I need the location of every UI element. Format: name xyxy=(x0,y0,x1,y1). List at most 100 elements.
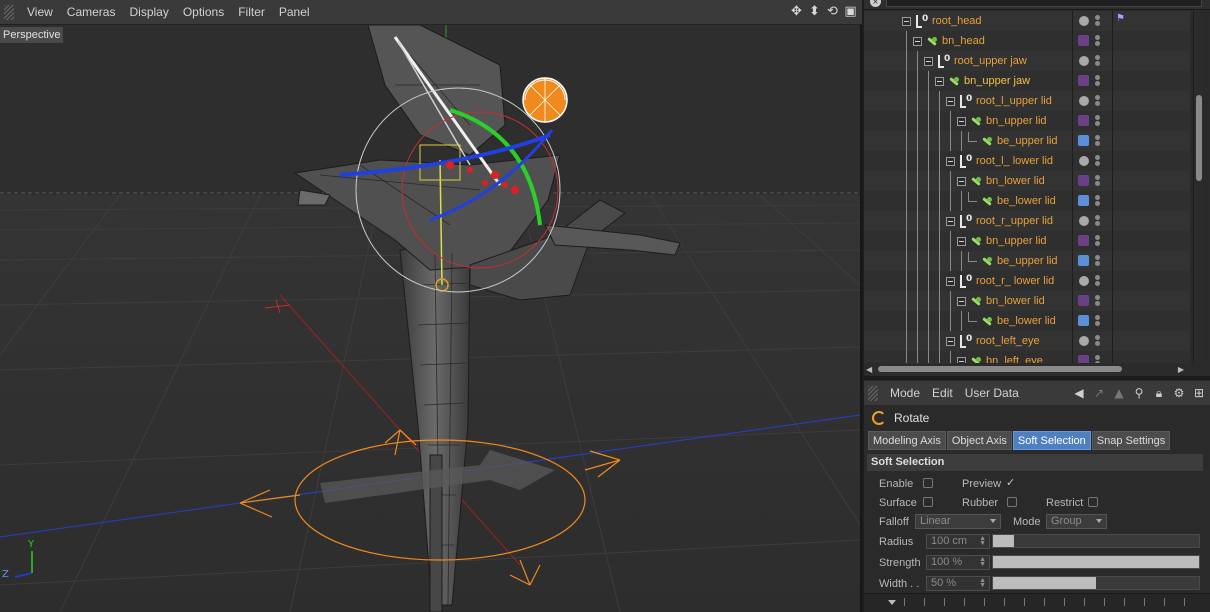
scroll-thumb[interactable] xyxy=(1196,95,1202,181)
object-row[interactable]: bn_upper lid xyxy=(864,231,1190,251)
visibility-dots-icon[interactable] xyxy=(1095,155,1101,167)
radius-slider[interactable] xyxy=(992,534,1200,548)
color-tag-icon[interactable] xyxy=(1078,195,1089,206)
restrict-checkbox[interactable] xyxy=(1088,497,1098,507)
search-input[interactable] xyxy=(886,0,1202,7)
enable-checkbox[interactable] xyxy=(923,478,933,488)
tab-soft-selection[interactable]: Soft Selection xyxy=(1012,431,1091,450)
object-row[interactable]: be_upper lid xyxy=(864,251,1190,271)
camera-label[interactable]: Perspective xyxy=(0,27,64,43)
visibility-dots-icon[interactable] xyxy=(1095,115,1101,127)
layer-dot-icon[interactable] xyxy=(1079,56,1089,66)
menu-display[interactable]: Display xyxy=(122,0,175,25)
object-row[interactable]: 0 root_l_ lower lid xyxy=(864,151,1190,171)
mode-dropdown[interactable]: Group xyxy=(1046,514,1107,529)
toggle-layout-icon[interactable]: ▣ xyxy=(843,4,858,19)
preview-checkbox[interactable]: ✓ xyxy=(1006,476,1015,489)
visibility-dots-icon[interactable] xyxy=(1095,335,1101,347)
object-row[interactable]: be_lower lid xyxy=(864,311,1190,331)
rotate-view-icon[interactable]: ⟲ xyxy=(825,4,840,19)
object-row[interactable]: 0 root_head ⚑ xyxy=(864,11,1190,31)
object-row[interactable]: be_lower lid xyxy=(864,191,1190,211)
color-tag-icon[interactable] xyxy=(1078,255,1089,266)
collapse-icon[interactable] xyxy=(957,296,966,306)
new-panel-icon[interactable]: ⊞ xyxy=(1191,385,1207,401)
object-name[interactable]: root_l_upper lid xyxy=(976,95,1052,107)
layer-dot-icon[interactable] xyxy=(1079,216,1089,226)
color-tag-icon[interactable] xyxy=(1078,295,1089,306)
collapse-icon[interactable] xyxy=(902,16,911,26)
search-icon[interactable]: ⚲ xyxy=(1131,385,1147,401)
visibility-dots-icon[interactable] xyxy=(1095,95,1101,107)
visibility-dots-icon[interactable] xyxy=(1095,75,1101,87)
visibility-dots-icon[interactable] xyxy=(1095,175,1101,187)
layer-dot-icon[interactable] xyxy=(1079,336,1089,346)
object-row[interactable]: bn_head xyxy=(864,31,1190,51)
strength-field[interactable]: 100 % ▲ ▼ xyxy=(926,555,990,570)
tab-object-axis[interactable]: Object Axis xyxy=(946,431,1012,450)
visibility-dots-icon[interactable] xyxy=(1095,55,1101,67)
tab-snap-settings[interactable]: Snap Settings xyxy=(1091,431,1171,450)
object-name[interactable]: be_upper lid xyxy=(997,135,1058,147)
object-list-vscrollbar[interactable] xyxy=(1193,11,1203,363)
tab-modeling-axis[interactable]: Modeling Axis xyxy=(868,431,946,450)
object-row[interactable]: 0 root_r_ lower lid xyxy=(864,271,1190,291)
scroll-left-icon[interactable]: ◀ xyxy=(866,365,872,374)
object-row[interactable]: bn_upper lid xyxy=(864,111,1190,131)
visibility-dots-icon[interactable] xyxy=(1095,275,1101,287)
color-tag-icon[interactable] xyxy=(1078,135,1089,146)
playhead-marker[interactable] xyxy=(888,600,896,605)
visibility-dots-icon[interactable] xyxy=(1095,35,1101,47)
menu-options[interactable]: Options xyxy=(176,0,231,25)
menu-view[interactable]: View xyxy=(20,0,60,25)
object-name[interactable]: bn_lower lid xyxy=(986,295,1045,307)
width-field[interactable]: 50 % ▲ ▼ xyxy=(926,576,990,591)
color-tag-icon[interactable] xyxy=(1078,75,1089,86)
lock-icon[interactable]: 🔒︎ xyxy=(1151,385,1167,401)
falloff-dropdown[interactable]: Linear xyxy=(915,514,1001,529)
color-tag-icon[interactable] xyxy=(1078,315,1089,326)
menu-filter[interactable]: Filter xyxy=(231,0,272,25)
visibility-dots-icon[interactable] xyxy=(1095,15,1101,27)
object-name[interactable]: root_upper jaw xyxy=(954,55,1027,67)
collapse-icon[interactable] xyxy=(946,216,955,226)
collapse-icon[interactable] xyxy=(935,76,944,86)
panel-grip-icon[interactable] xyxy=(4,4,14,20)
menu-edit[interactable]: Edit xyxy=(926,386,959,400)
up-arrow-icon[interactable]: ↗ xyxy=(1091,385,1107,401)
move-icon[interactable]: ✥ xyxy=(789,4,804,19)
object-name[interactable]: root_head xyxy=(932,15,982,27)
panel-grip-icon[interactable] xyxy=(868,385,878,401)
layer-dot-icon[interactable] xyxy=(1079,16,1089,26)
collapse-icon[interactable] xyxy=(957,236,966,246)
radius-field[interactable]: 100 cm ▲ ▼ xyxy=(926,534,990,549)
collapse-icon[interactable] xyxy=(957,116,966,126)
visibility-dots-icon[interactable] xyxy=(1095,195,1101,207)
scroll-thumb[interactable] xyxy=(878,366,1122,372)
object-name[interactable]: bn_lower lid xyxy=(986,175,1045,187)
object-name[interactable]: root_r_upper lid xyxy=(976,215,1053,227)
visibility-dots-icon[interactable] xyxy=(1095,215,1101,227)
eye-sphere[interactable] xyxy=(522,77,568,123)
object-row[interactable]: bn_left_eye xyxy=(864,351,1190,363)
spinner-icon[interactable]: ▲ ▼ xyxy=(979,556,986,568)
collapse-icon[interactable] xyxy=(946,156,955,166)
object-row[interactable]: 0 root_upper jaw xyxy=(864,51,1190,71)
visibility-dots-icon[interactable] xyxy=(1095,235,1101,247)
back-arrow-icon[interactable]: ◀ xyxy=(1071,385,1087,401)
zoom-icon[interactable]: ⬍ xyxy=(807,4,822,19)
visibility-dots-icon[interactable] xyxy=(1095,355,1101,363)
object-row[interactable]: bn_lower lid xyxy=(864,291,1190,311)
object-name[interactable]: bn_upper jaw xyxy=(964,75,1030,87)
object-name[interactable]: bn_upper lid xyxy=(986,115,1047,127)
close-icon[interactable]: × xyxy=(870,0,881,7)
object-row[interactable]: 0 root_r_upper lid xyxy=(864,211,1190,231)
object-list-hscrollbar[interactable]: ◀ ▶ xyxy=(864,363,1190,375)
layer-dot-icon[interactable] xyxy=(1079,96,1089,106)
object-name[interactable]: root_l_ lower lid xyxy=(976,155,1053,167)
forward-arrow-icon[interactable]: ▲ xyxy=(1111,385,1127,401)
color-tag-icon[interactable] xyxy=(1078,35,1089,46)
object-row[interactable]: be_upper lid xyxy=(864,131,1190,151)
strength-slider[interactable] xyxy=(992,555,1200,569)
timeline-strip[interactable] xyxy=(864,593,1210,612)
